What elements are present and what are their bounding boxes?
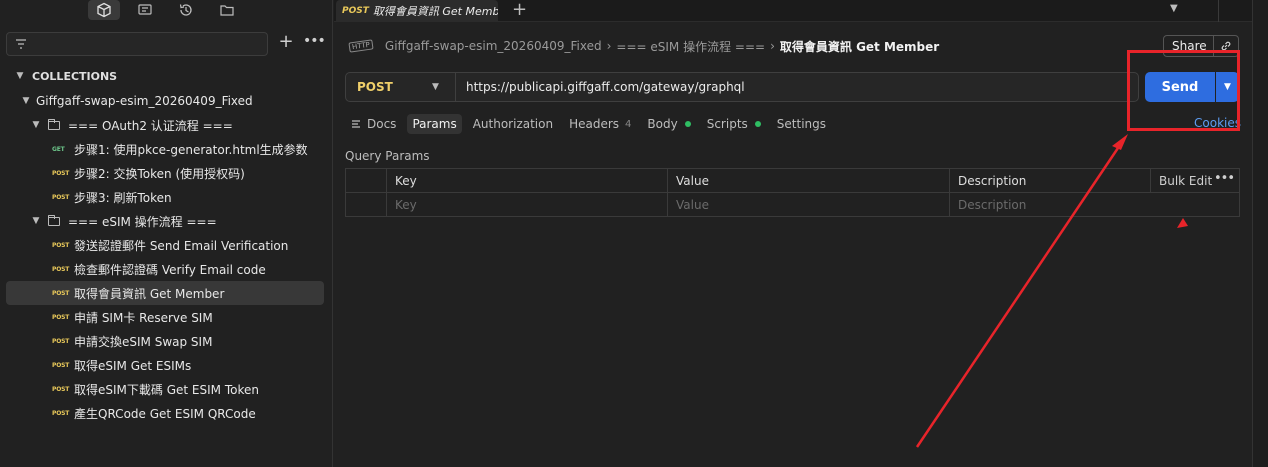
annotation-arrow [915,134,1188,448]
annotation-marker [1177,218,1188,228]
